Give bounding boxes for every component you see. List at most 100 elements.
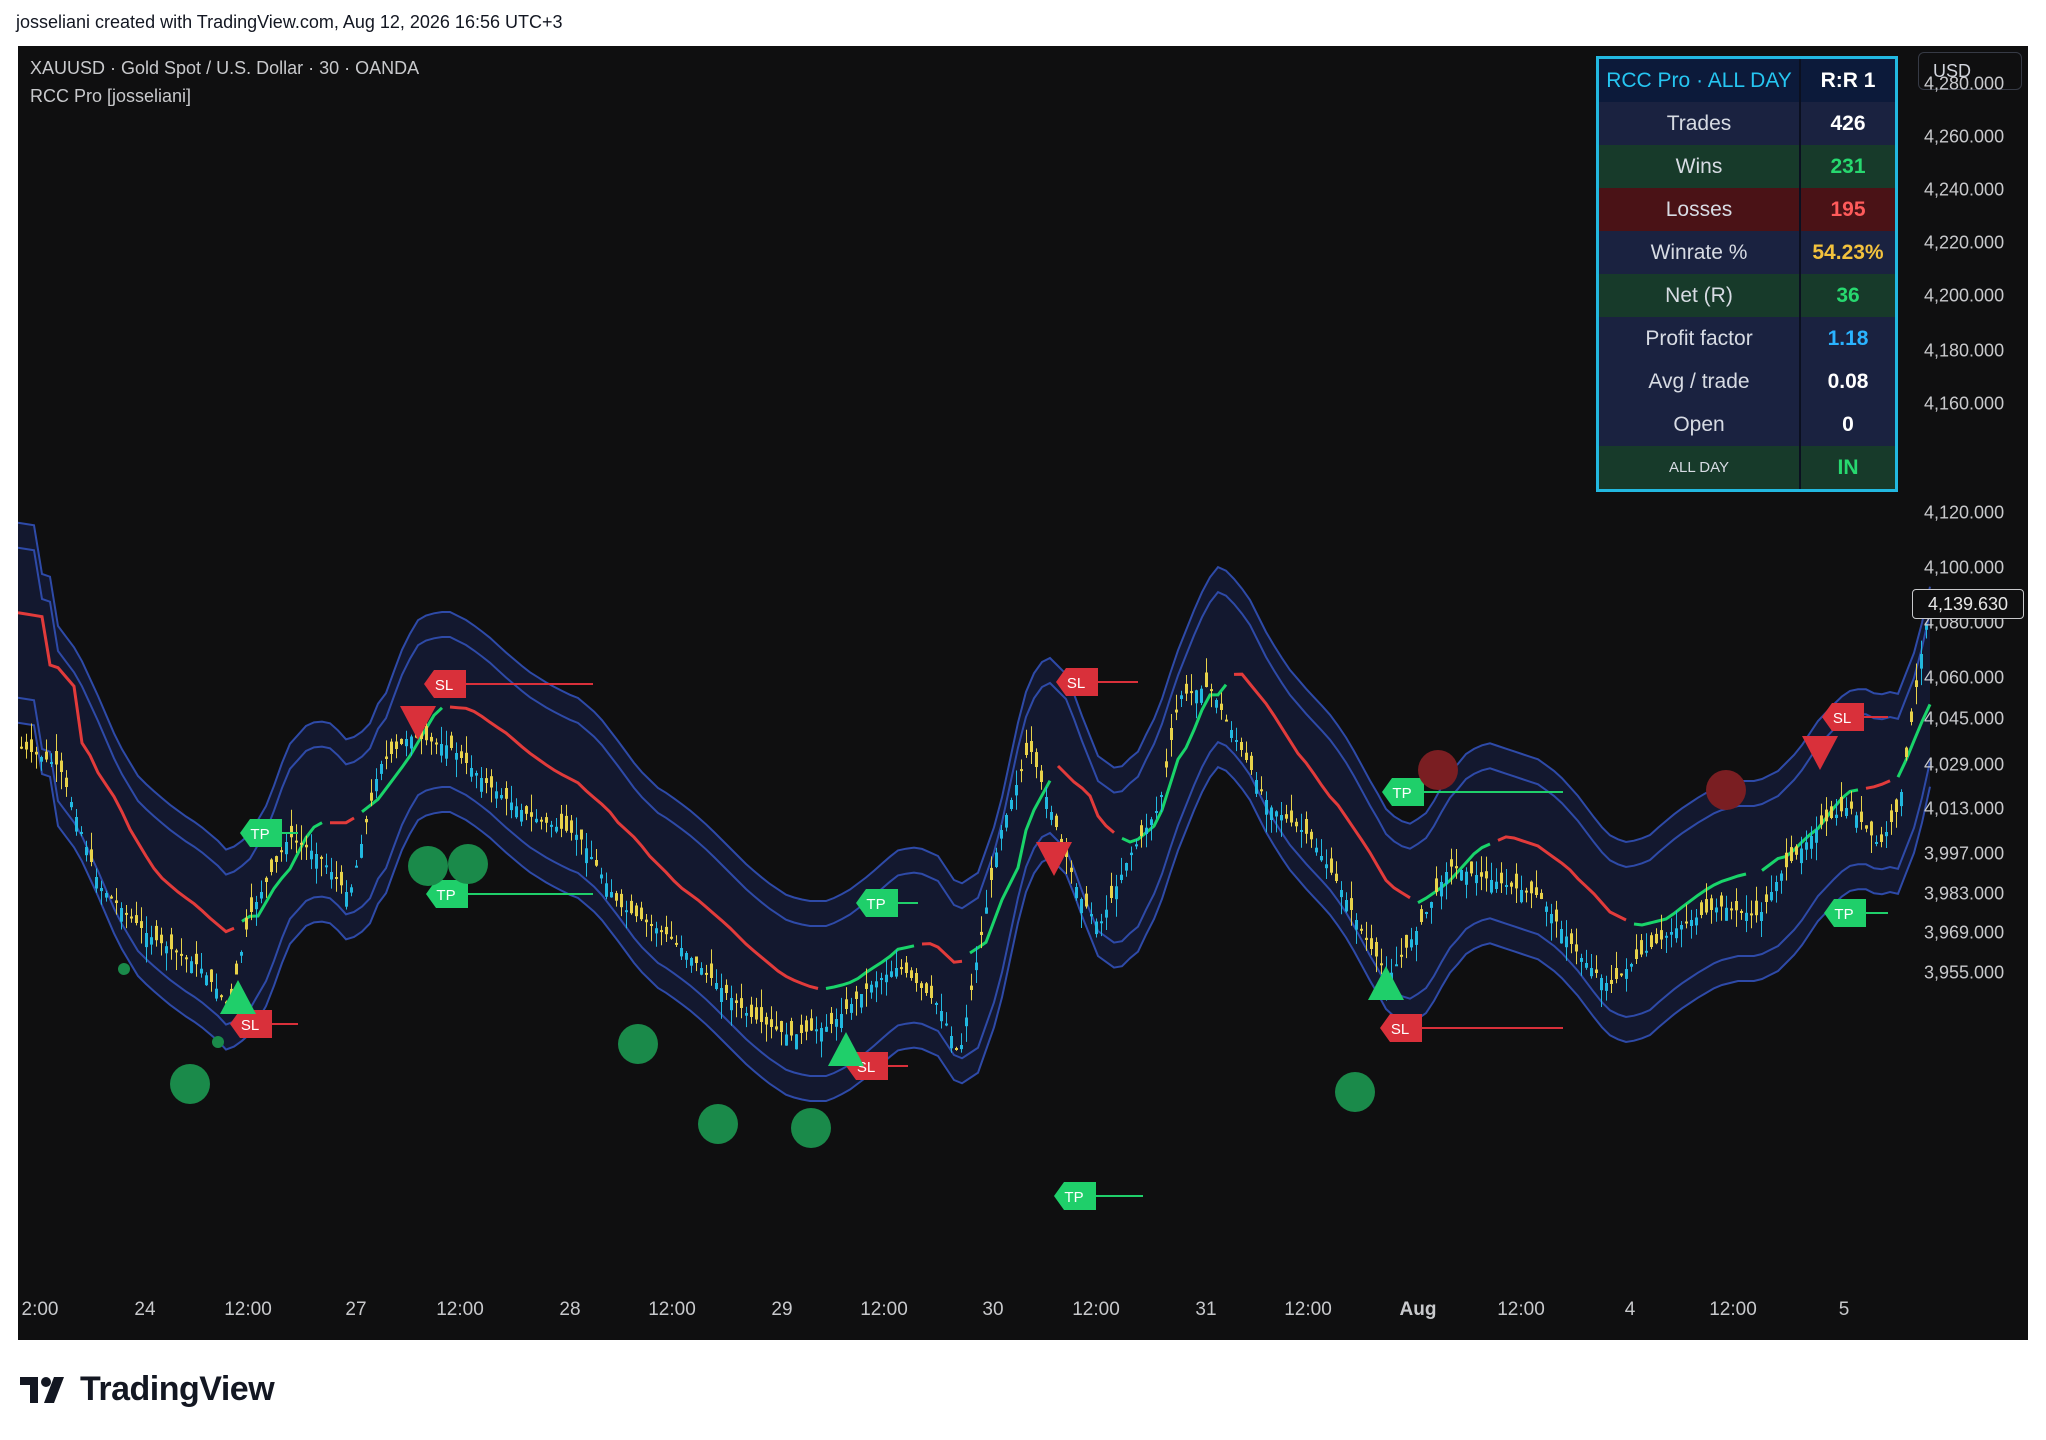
candle (475, 773, 478, 776)
candle (1025, 742, 1028, 755)
candle (120, 908, 123, 922)
indicator-legend[interactable]: RCC Pro [josseliani] (30, 86, 191, 107)
candle (1180, 695, 1183, 699)
candle (525, 806, 528, 814)
candle (1835, 814, 1838, 818)
candle (800, 1024, 803, 1033)
candle (580, 829, 583, 840)
price-tick-label: 4,200.000 (1924, 285, 2005, 306)
candle (1635, 949, 1638, 959)
candle (770, 1019, 773, 1027)
stats-label: Winrate % (1599, 231, 1801, 274)
candle (1125, 863, 1128, 871)
candle (690, 958, 693, 966)
candle (115, 900, 118, 903)
candle (980, 931, 983, 935)
tp-marker-text: TP (866, 896, 885, 913)
candle (945, 1023, 948, 1026)
candle (530, 812, 533, 817)
candle (100, 888, 103, 892)
candle (1480, 872, 1483, 877)
stats-value: 0 (1842, 413, 1854, 436)
candle (1810, 836, 1813, 849)
candle (650, 924, 653, 926)
candle (1430, 902, 1433, 908)
candle (505, 788, 508, 799)
price-tick-label: 4,100.000 (1924, 557, 2005, 578)
candle (1240, 742, 1243, 750)
time-tick-label: 12:00 (1709, 1299, 1757, 1320)
candle (1910, 711, 1913, 722)
candle (705, 972, 708, 975)
candle (25, 741, 28, 750)
candle (175, 950, 178, 953)
candle (1805, 842, 1808, 850)
candle (845, 999, 848, 1009)
candle (1360, 928, 1363, 931)
candle (1265, 800, 1268, 815)
candle (955, 1048, 958, 1050)
candle (1485, 871, 1488, 879)
candle (815, 1029, 818, 1032)
stats-label: Losses (1599, 188, 1801, 231)
stats-table: RCC Pro · ALL DAY R:R 1 Trades 426 Wins 231… (1596, 56, 1898, 492)
chart-pane[interactable]: SL SL SL SL SL SL TP TP TP TP TP TP XAUUSD · Gold S… (18, 46, 2028, 1340)
candle (1870, 821, 1873, 836)
candle (1205, 672, 1208, 687)
candle (1755, 900, 1758, 916)
stats-row-net-r: Net (R) 36 (1599, 274, 1895, 317)
sl-marker-text: SL (1067, 675, 1085, 692)
stats-row-avg-trade: Avg / trade 0.08 (1599, 360, 1895, 403)
signal-dot (1418, 750, 1458, 790)
candle (385, 756, 388, 759)
candle (260, 892, 263, 899)
candle (830, 1012, 833, 1024)
stats-header-label: RCC Pro · ALL DAY (1599, 59, 1801, 102)
candle (840, 1014, 843, 1028)
candle (860, 994, 863, 1008)
price-tick-label: 4,120.000 (1924, 502, 2005, 523)
candle (615, 893, 618, 901)
candle (1000, 830, 1003, 839)
candle (255, 902, 258, 910)
candle (1280, 815, 1283, 821)
candle (1115, 886, 1118, 900)
candle (110, 896, 113, 899)
signal-dot (1706, 770, 1746, 810)
candle (1210, 689, 1213, 692)
candle (1260, 789, 1263, 792)
candle (960, 1045, 963, 1050)
candle (370, 792, 373, 801)
candle (1885, 832, 1888, 837)
candle (1345, 900, 1348, 912)
candle (780, 1021, 783, 1032)
candle (340, 871, 343, 886)
symbol-legend[interactable]: XAUUSD · Gold Spot / U.S. Dollar · 30 · … (30, 58, 419, 79)
candle (160, 934, 163, 944)
stats-value: 231 (1830, 155, 1866, 178)
candle (1670, 932, 1673, 935)
candle (1840, 797, 1843, 812)
candle (1695, 917, 1698, 926)
candle (1710, 898, 1713, 910)
candle (280, 850, 283, 853)
candle (730, 998, 733, 1011)
candle (1665, 935, 1668, 938)
candle (645, 919, 648, 923)
price-tick-label: 4,260.000 (1924, 126, 2005, 147)
time-tick-label: 12:00 (1497, 1299, 1545, 1320)
candle (1525, 890, 1528, 893)
candle (205, 975, 208, 986)
candle (185, 957, 188, 960)
candle (1020, 769, 1023, 772)
candle (1140, 825, 1143, 836)
candle (775, 1026, 778, 1030)
candle (755, 1007, 758, 1020)
candle (320, 856, 323, 859)
candle (165, 946, 168, 954)
candle (735, 1000, 738, 1003)
stats-header-value: R:R 1 (1820, 69, 1876, 92)
candle (105, 893, 108, 898)
tradingview-logo-text: TradingView (80, 1370, 275, 1408)
stats-value: 0.08 (1827, 370, 1869, 393)
